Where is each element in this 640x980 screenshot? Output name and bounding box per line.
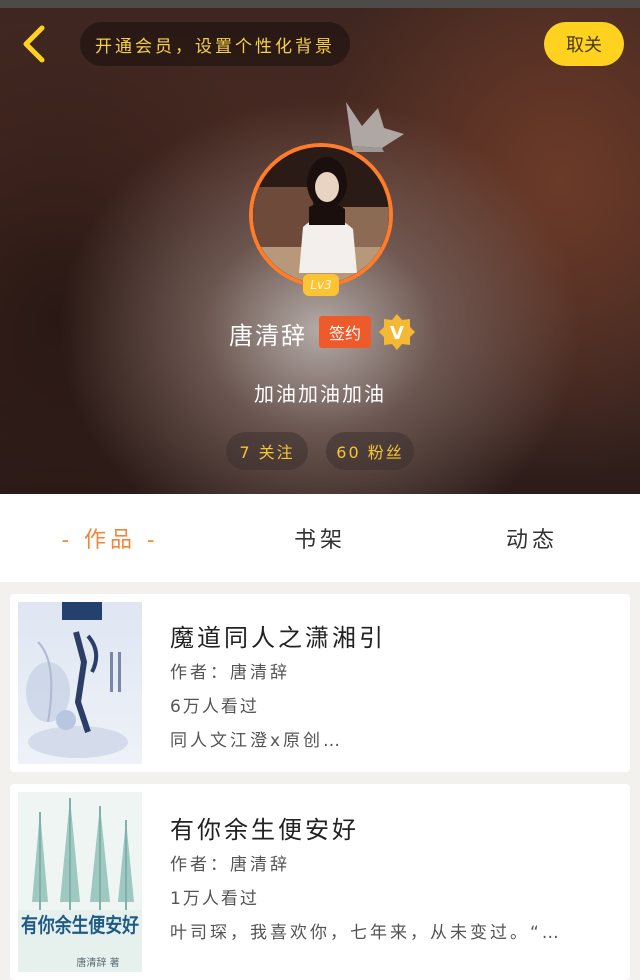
profile-header: 开通会员，设置个性化背景 取关 Lv3 唐清辞 签约 V 加油加油加油 7 关注… [0,0,640,494]
book-cover-art [18,602,142,764]
user-name: 唐清辞 [229,322,307,350]
book-description: 同人文江澄x原创… [170,731,344,751]
tab-activity[interactable]: 动态 [462,522,602,554]
profile-tabs: - 作品 - 书架 动态 [0,494,640,582]
avatar-photo [253,147,389,283]
book-title[interactable]: 有你余生便安好 [170,810,359,845]
book-title[interactable]: 魔道同人之潇湘引 [170,618,386,653]
name-row: 唐清辞 签约 V [0,312,640,352]
level-badge: Lv3 [303,274,339,296]
book-card[interactable]: 有你余生便安好 唐清辞 著 有你余生便安好 作者：唐清辞 1万人看过 叶司琛，我… [10,784,630,980]
unfollow-button[interactable]: 取关 [544,22,624,66]
book-views: 1万人看过 [170,889,259,909]
vip-background-prompt[interactable]: 开通会员，设置个性化背景 [80,22,350,66]
svg-text:V: V [390,323,404,344]
status-bar-strip [0,0,640,8]
book-views: 6万人看过 [170,697,259,717]
book-card[interactable]: 魔道同人之潇湘引 作者：唐清辞 6万人看过 同人文江澄x原创… [10,594,630,772]
book-author: 作者：唐清辞 [170,855,290,875]
tab-bookshelf[interactable]: 书架 [250,522,390,554]
verified-v-icon: V [379,314,415,350]
book-cover[interactable]: 有你余生便安好 唐清辞 著 [18,792,142,972]
book-description: 叶司琛，我喜欢你，七年来，从未变过。“… [170,923,562,943]
following-count-button[interactable]: 7 关注 [226,432,308,470]
back-button[interactable] [14,22,58,66]
chevron-left-icon [23,25,45,63]
book-author: 作者：唐清辞 [170,663,290,683]
signed-author-badge: 签约 [319,316,371,348]
avatar[interactable] [249,143,393,287]
book-cover[interactable] [18,602,142,764]
user-bio: 加油加油加油 [254,382,386,406]
crown-icon [346,102,404,152]
cover-author: 唐清辞 著 [76,956,119,969]
tab-works[interactable]: - 作品 - [40,522,180,554]
cover-title-line: 有你余生便安好 [21,913,139,937]
fans-count-button[interactable]: 60 粉丝 [326,432,414,470]
book-cover-art: 有你余生便安好 唐清辞 著 [18,792,142,972]
